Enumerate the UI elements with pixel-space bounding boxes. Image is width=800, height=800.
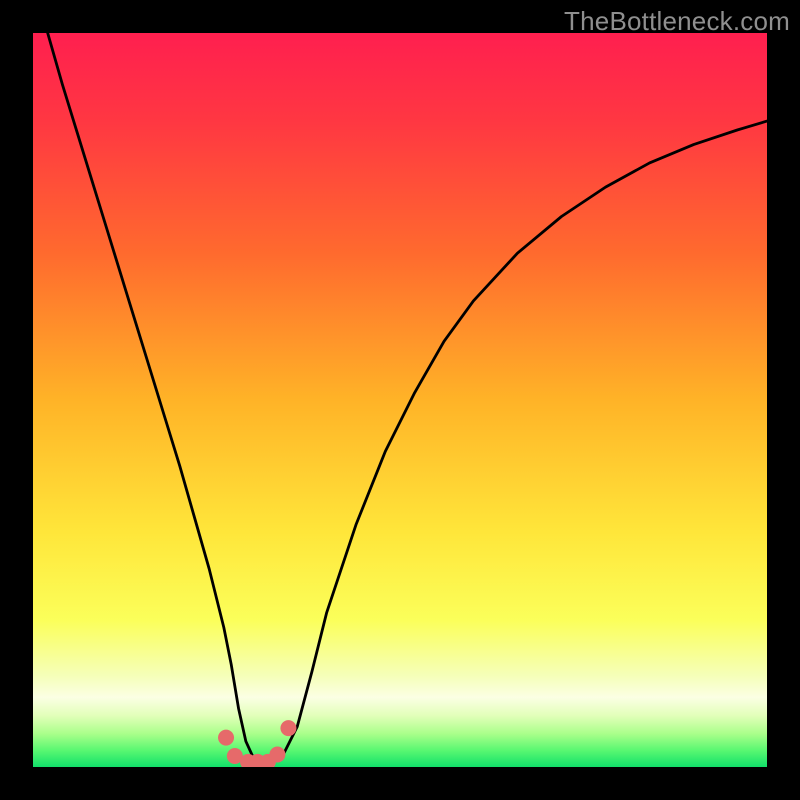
highlight-marker [280,720,296,736]
outer-frame: TheBottleneck.com [0,0,800,800]
chart-plot-area [33,33,767,767]
gradient-background [33,33,767,767]
watermark-label: TheBottleneck.com [564,6,790,37]
highlight-marker [269,747,285,763]
chart-canvas [33,33,767,767]
highlight-marker [218,730,234,746]
